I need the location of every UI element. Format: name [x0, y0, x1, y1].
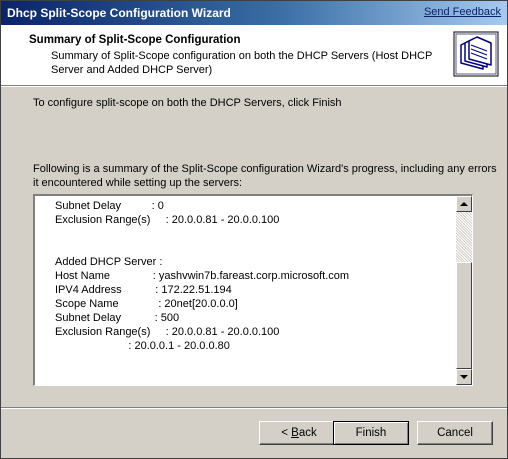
scrollbar-track[interactable] — [456, 212, 472, 262]
cancel-button[interactable]: Cancel — [417, 421, 493, 445]
summary-line: : 20.0.0.1 - 20.0.0.80 — [55, 340, 230, 352]
window-title: Dhcp Split-Scope Configuration Wizard — [7, 6, 231, 20]
summary-line: Added DHCP Server : — [55, 256, 163, 268]
summary-line: Scope Name : 20net[20.0.0.0] — [55, 298, 238, 310]
summary-line: Subnet Delay : 500 — [55, 312, 180, 324]
finish-button[interactable]: Finish — [333, 421, 409, 445]
back-accelerator: B — [291, 427, 299, 439]
summary-line: IPV4 Address : 172.22.51.194 — [55, 284, 232, 296]
scroll-down-button[interactable] — [456, 369, 472, 385]
wizard-header: Summary of Split-Scope Configuration Sum… — [1, 25, 507, 86]
footer-separator-highlight — [1, 408, 507, 409]
back-prefix: < — [281, 427, 292, 439]
vertical-scrollbar[interactable] — [456, 196, 472, 385]
summary-line: Host Name : yashvwin7b.fareast.corp.micr… — [55, 270, 350, 282]
page-description: Summary of Split-Scope configuration on … — [51, 50, 433, 76]
scroll-up-button[interactable] — [456, 196, 472, 212]
arrow-up-icon — [460, 202, 468, 206]
back-button[interactable]: < Back — [259, 421, 339, 445]
summary-content: Subnet Delay : 0 Exclusion Range(s) : 20… — [35, 196, 457, 385]
summary-line: Exclusion Range(s) : 20.0.0.81 - 20.0.0.… — [55, 214, 280, 226]
summary-listbox[interactable]: Subnet Delay : 0 Exclusion Range(s) : 20… — [33, 194, 473, 386]
title-bar[interactable]: Dhcp Split-Scope Configuration Wizard Se… — [1, 1, 507, 25]
folders-icon — [453, 31, 499, 77]
back-label-rest: ack — [298, 427, 317, 439]
scrollbar-thumb[interactable] — [456, 262, 472, 369]
send-feedback-link[interactable]: Send Feedback — [424, 6, 501, 18]
summary-line: Exclusion Range(s) : 20.0.0.81 - 20.0.0.… — [55, 326, 280, 338]
summary-line: Subnet Delay : 0 — [55, 200, 164, 212]
page-heading: Summary of Split-Scope Configuration — [29, 34, 241, 46]
wizard-window: Dhcp Split-Scope Configuration Wizard Se… — [0, 0, 508, 459]
header-separator — [1, 86, 507, 87]
summary-intro-text: Following is a summary of the Split-Scop… — [33, 163, 497, 189]
arrow-down-icon — [460, 375, 468, 379]
instruction-text: To configure split-scope on both the DHC… — [33, 97, 342, 109]
